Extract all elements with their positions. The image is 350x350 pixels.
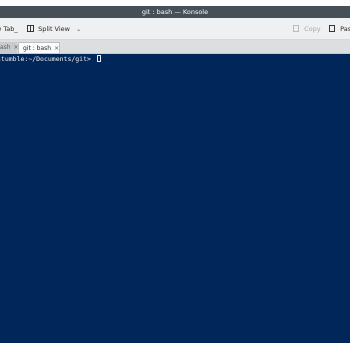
new-tab-label: w Tab_ bbox=[0, 25, 18, 33]
tab-bar: ash × git : bash × bbox=[0, 40, 350, 54]
toolbar: w Tab_ Split View ⌄ Copy Past bbox=[0, 18, 350, 40]
prompt-line: stumble:~/Documents/git> bbox=[0, 54, 101, 63]
new-tab-button[interactable]: w Tab_ bbox=[0, 18, 18, 40]
split-view-icon bbox=[27, 24, 34, 32]
chevron-down-icon[interactable]: ⌄ bbox=[76, 26, 81, 33]
text-cursor bbox=[96, 54, 101, 62]
tab-label: git : bash bbox=[23, 45, 52, 52]
shell-prompt: stumble:~/Documents/git> bbox=[0, 55, 95, 63]
split-view-label: Split View bbox=[38, 25, 70, 33]
tab-label: ash bbox=[0, 44, 11, 51]
tab-git-bash[interactable]: git : bash × bbox=[18, 42, 60, 53]
window-title: git : bash — Konsole bbox=[141, 8, 209, 16]
copy-button[interactable]: Copy bbox=[293, 18, 321, 40]
paste-label: Past bbox=[340, 25, 350, 33]
copy-label: Copy bbox=[304, 25, 321, 33]
close-icon[interactable]: × bbox=[54, 45, 59, 52]
paste-button[interactable]: Past bbox=[329, 18, 350, 40]
desktop-edge bbox=[0, 343, 350, 350]
window-titlebar[interactable]: git : bash — Konsole bbox=[0, 6, 350, 18]
konsole-window: git : bash — Konsole w Tab_ Split View ⌄… bbox=[0, 6, 350, 343]
tab-bash[interactable]: ash × bbox=[0, 42, 19, 53]
paste-icon bbox=[329, 24, 335, 32]
split-view-button[interactable]: Split View ⌄ bbox=[27, 18, 81, 40]
terminal-area[interactable]: stumble:~/Documents/git> bbox=[0, 54, 350, 343]
copy-icon bbox=[293, 24, 299, 32]
